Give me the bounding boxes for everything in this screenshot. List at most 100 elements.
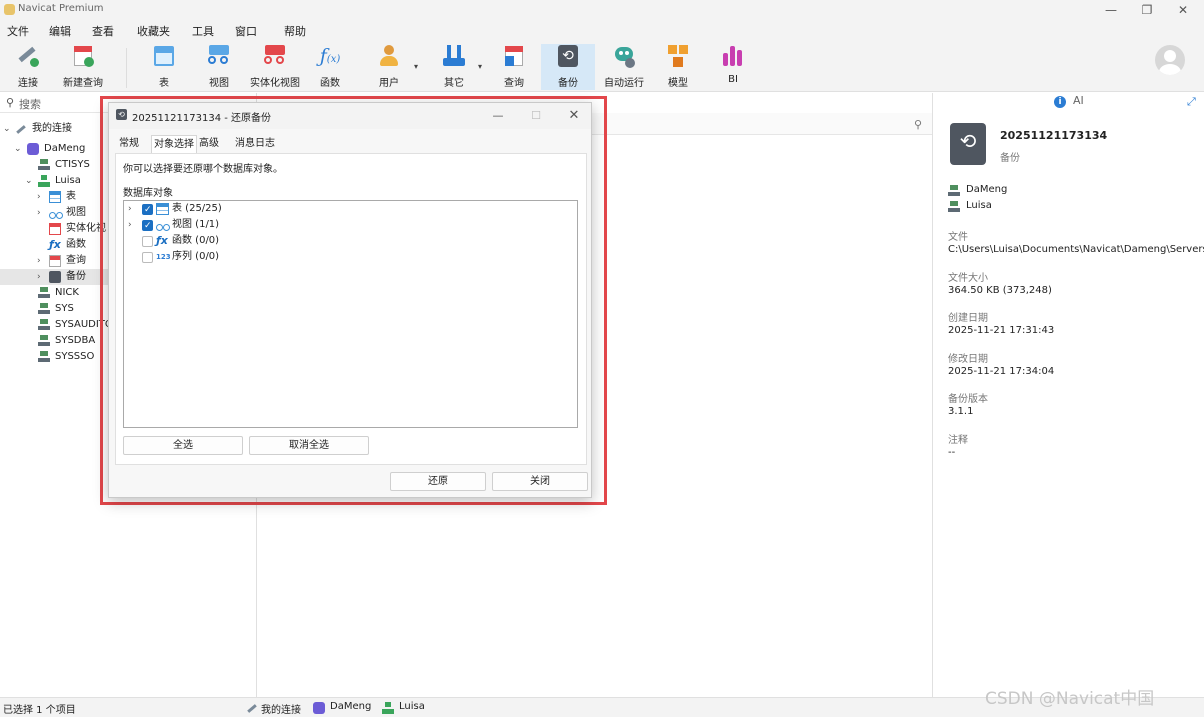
new-query-icon xyxy=(71,44,95,68)
toolbar-model-button[interactable]: 模型 xyxy=(660,44,696,90)
menu-view[interactable]: 查看 xyxy=(92,23,114,39)
sequences-checkbox[interactable] xyxy=(142,252,153,263)
status-crumb-schema: Luisa xyxy=(399,701,425,712)
other-dropdown-caret-icon[interactable]: ▾ xyxy=(478,62,482,71)
database-objects-label: 数据库对象 xyxy=(123,188,173,199)
materialized-view-icon xyxy=(49,223,61,235)
toolbar-view-button[interactable]: 视图 xyxy=(200,44,238,90)
dialog-close-button[interactable]: ✕ xyxy=(559,106,589,126)
tab-advanced[interactable]: 高级 xyxy=(197,135,221,153)
menu-tools[interactable]: 工具 xyxy=(192,23,214,39)
table-icon xyxy=(156,203,169,215)
detail-size-label: 文件大小 xyxy=(948,273,988,284)
tab-object-selection[interactable]: 对象选择 xyxy=(151,135,197,153)
restore-backup-dialog: ⟲ 20251121173134 - 还原备份 — ☐ ✕ 常规 对象选择 高级… xyxy=(108,102,592,498)
title-bar: Navicat Premium — ❐ ✕ xyxy=(0,0,1204,20)
views-checkbox[interactable] xyxy=(142,218,153,234)
restore-button[interactable]: 还原 xyxy=(390,472,486,491)
tables-checkbox[interactable] xyxy=(142,202,153,218)
menu-edit[interactable]: 编辑 xyxy=(49,23,71,39)
schema-icon xyxy=(948,201,960,213)
server-icon xyxy=(948,185,960,197)
detail-created-value: 2025-11-21 17:31:43 xyxy=(948,325,1055,336)
view-icon xyxy=(207,44,231,68)
user-avatar[interactable] xyxy=(1155,45,1185,75)
maximize-button[interactable]: ❐ xyxy=(1130,0,1164,20)
toolbar-automation-button[interactable]: 自动运行 xyxy=(602,44,646,90)
app-title: Navicat Premium xyxy=(18,3,104,14)
tab-message-log[interactable]: 消息日志 xyxy=(233,135,277,153)
search-icon[interactable]: ⚲ xyxy=(914,118,922,131)
detail-modified-value: 2025-11-21 17:34:04 xyxy=(948,366,1055,377)
object-selection-panel: 你可以选择要还原哪个数据库对象。 数据库对象 › 表 (25/25) › 视图 … xyxy=(115,153,587,465)
toolbar-backup-button[interactable]: ⟲ 备份 xyxy=(541,44,595,90)
select-all-button[interactable]: 全选 xyxy=(123,436,243,455)
toolbar-connection-button[interactable]: 连接 xyxy=(8,44,48,90)
user-dropdown-caret-icon[interactable]: ▾ xyxy=(414,62,418,71)
schema-icon xyxy=(38,351,50,363)
menu-file[interactable]: 文件 xyxy=(7,23,29,39)
menu-bar: 文件 编辑 查看 收藏夹 工具 窗口 帮助 xyxy=(0,20,1204,40)
dialog-title-bar: ⟲ 20251121173134 - 还原备份 — ☐ ✕ xyxy=(109,103,591,129)
model-icon xyxy=(666,44,690,68)
query-icon xyxy=(49,255,61,267)
expand-chevron-icon[interactable]: › xyxy=(128,217,132,233)
schema-icon xyxy=(38,287,50,299)
dialog-maximize-button[interactable]: ☐ xyxy=(521,106,551,126)
function-icon: ƒ(x) xyxy=(319,45,341,67)
backup-type: 备份 xyxy=(1000,153,1020,164)
menu-favorites[interactable]: 收藏夹 xyxy=(137,23,170,39)
dialog-minimize-button[interactable]: — xyxy=(483,106,513,126)
toolbar-function-button[interactable]: ƒ(x) 函数 xyxy=(312,44,348,90)
deselect-all-button[interactable]: 取消全选 xyxy=(249,436,369,455)
schema-icon xyxy=(38,319,50,331)
main-toolbar: 连接 新建查询 表 视图 实体化视图 ƒ(x) 函数 用户 ▾ 其它 ▾ 查询 … xyxy=(0,40,1204,92)
backup-icon: ⟲ xyxy=(556,44,580,68)
backup-icon xyxy=(49,271,61,283)
toolbar-bi-button[interactable]: BI xyxy=(716,44,750,90)
expand-chevron-icon[interactable]: › xyxy=(128,201,132,217)
info-icon[interactable]: i xyxy=(1054,96,1066,108)
database-icon xyxy=(313,702,325,714)
database-icon xyxy=(27,143,39,155)
minimize-button[interactable]: — xyxy=(1094,0,1128,20)
database-objects-list: › 表 (25/25) › 视图 (1/1) ƒx 函数 (0/0) 123 序… xyxy=(123,200,578,428)
backup-large-icon xyxy=(950,123,986,165)
toolbar-user-button[interactable]: 用户 xyxy=(370,44,408,90)
schema-icon xyxy=(38,175,50,187)
table-icon xyxy=(152,44,176,68)
user-icon xyxy=(377,44,401,68)
functions-checkbox[interactable] xyxy=(142,236,153,247)
schema-icon xyxy=(38,335,50,347)
table-icon xyxy=(49,191,61,203)
detail-modified-label: 修改日期 xyxy=(948,354,988,365)
toolbar-table-button[interactable]: 表 xyxy=(145,44,183,90)
toolbar-new-query-button[interactable]: 新建查询 xyxy=(60,44,106,90)
details-pane: i AI ⤢ 20251121173134 备份 DaMeng Luisa 文件… xyxy=(932,93,1204,697)
schema-icon xyxy=(38,159,50,171)
ai-tab[interactable]: AI xyxy=(1073,94,1084,107)
object-row-sequences[interactable]: 123 序列 (0/0) xyxy=(124,249,577,265)
connection-icon xyxy=(246,702,258,714)
query-icon xyxy=(502,44,526,68)
selection-status: 已选择 1 个项目 xyxy=(3,705,76,716)
menu-window[interactable]: 窗口 xyxy=(235,23,257,39)
close-button[interactable]: 关闭 xyxy=(492,472,588,491)
function-icon: ƒx xyxy=(49,238,61,251)
object-row-tables[interactable]: › 表 (25/25) xyxy=(124,201,577,218)
search-input[interactable]: 搜索 xyxy=(19,96,41,112)
toolbar-query-button[interactable]: 查询 xyxy=(496,44,532,90)
dialog-title: 20251121173134 - 还原备份 xyxy=(132,113,272,124)
object-row-functions[interactable]: ƒx 函数 (0/0) xyxy=(124,233,577,249)
expand-icon[interactable]: ⤢ xyxy=(1187,95,1196,109)
object-selection-description: 你可以选择要还原哪个数据库对象。 xyxy=(123,164,283,175)
tab-general[interactable]: 常规 xyxy=(117,135,141,153)
detail-size-value: 364.50 KB (373,248) xyxy=(948,285,1052,296)
object-row-views[interactable]: › 视图 (1/1) xyxy=(124,217,577,234)
close-window-button[interactable]: ✕ xyxy=(1166,0,1200,20)
menu-help[interactable]: 帮助 xyxy=(284,23,306,39)
toolbar-materialized-view-button[interactable]: 实体化视图 xyxy=(248,44,302,90)
detail-file-value: C:\Users\Luisa\Documents\Navicat\Dameng\… xyxy=(948,244,1204,255)
watermark-text: CSDN @Navicat中国 xyxy=(985,689,1155,709)
toolbar-other-button[interactable]: 其它 xyxy=(436,44,472,90)
